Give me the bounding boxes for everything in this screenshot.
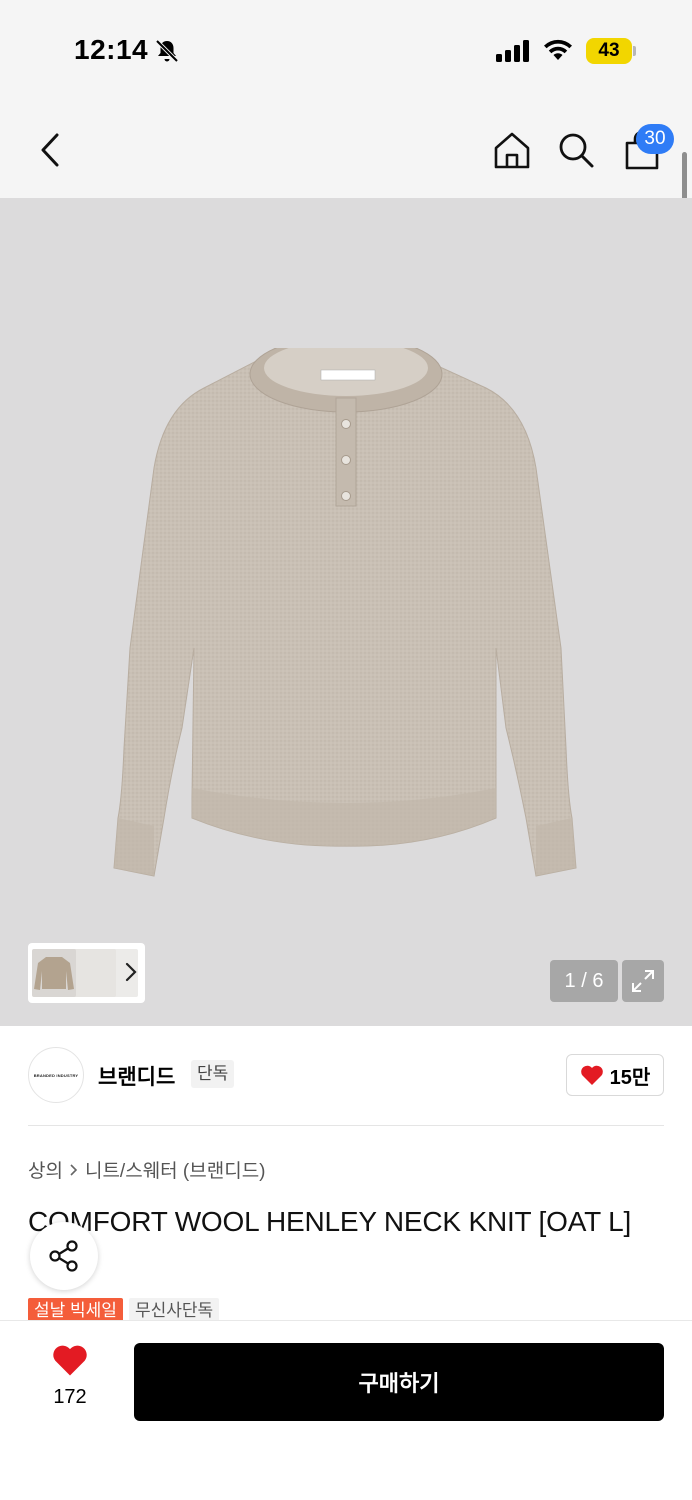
- expand-button[interactable]: [622, 960, 664, 1002]
- product-image-gallery[interactable]: 1 / 6: [0, 198, 692, 1026]
- product-title: COMFORT WOOL HENLEY NECK KNIT [OAT L]: [28, 1206, 632, 1237]
- share-button[interactable]: [30, 1222, 98, 1290]
- nav-bar: [0, 100, 692, 198]
- buy-button[interactable]: 구매하기: [134, 1343, 664, 1421]
- heart-icon: [580, 1065, 603, 1085]
- brand-row[interactable]: BRANDED INDUSTRY 브랜디드 단독 15만: [0, 1026, 692, 1126]
- breadcrumb-subcategory[interactable]: 니트/스웨터 (브랜디드): [85, 1156, 266, 1183]
- share-icon: [49, 1240, 78, 1272]
- like-count: 172: [53, 1386, 87, 1408]
- chevron-right-icon: [70, 1163, 78, 1176]
- chevron-left-icon: [41, 133, 59, 167]
- like-button[interactable]: 172: [30, 1343, 110, 1409]
- brand-name[interactable]: 브랜디드: [98, 1061, 175, 1091]
- thumbnail-sweater-image: [34, 957, 74, 990]
- wifi-icon: [544, 39, 572, 60]
- thumbnail-1[interactable]: [32, 949, 76, 997]
- thumbnail-2[interactable]: [72, 949, 116, 997]
- chevron-right-icon: [125, 962, 137, 982]
- status-time: 12:14: [74, 34, 149, 65]
- bell-off-icon: [155, 39, 179, 63]
- heart-icon: [53, 1345, 87, 1376]
- search-button[interactable]: [554, 128, 598, 172]
- home-button[interactable]: [490, 128, 534, 172]
- battery-level: 43: [586, 38, 632, 64]
- bottom-purchase-bar: 172 구매하기: [0, 1320, 692, 1500]
- brand-like-count: 15만: [609, 1066, 651, 1089]
- thumbnail-strip[interactable]: [28, 943, 145, 1003]
- signal-icon: [496, 40, 529, 62]
- divider: [28, 1125, 664, 1126]
- breadcrumb: 상의 니트/스웨터 (브랜디드): [28, 1156, 266, 1183]
- breadcrumb-category[interactable]: 상의: [28, 1156, 63, 1183]
- cart-count-badge: 30: [636, 124, 674, 154]
- back-button[interactable]: [30, 130, 70, 170]
- expand-icon: [632, 970, 654, 992]
- brand-logo-text: BRANDED INDUSTRY: [33, 1073, 79, 1078]
- product-image-sweater: [113, 348, 577, 877]
- status-bar: 12:14 43: [0, 0, 692, 100]
- search-icon: [559, 133, 594, 168]
- brand-exclusive-tag: 단독: [191, 1060, 235, 1088]
- brand-logo[interactable]: BRANDED INDUSTRY: [28, 1047, 84, 1103]
- battery-tip: [633, 46, 636, 56]
- brand-like-button[interactable]: 15만: [566, 1054, 664, 1096]
- home-icon: [494, 132, 530, 169]
- image-counter: 1 / 6: [550, 960, 618, 1002]
